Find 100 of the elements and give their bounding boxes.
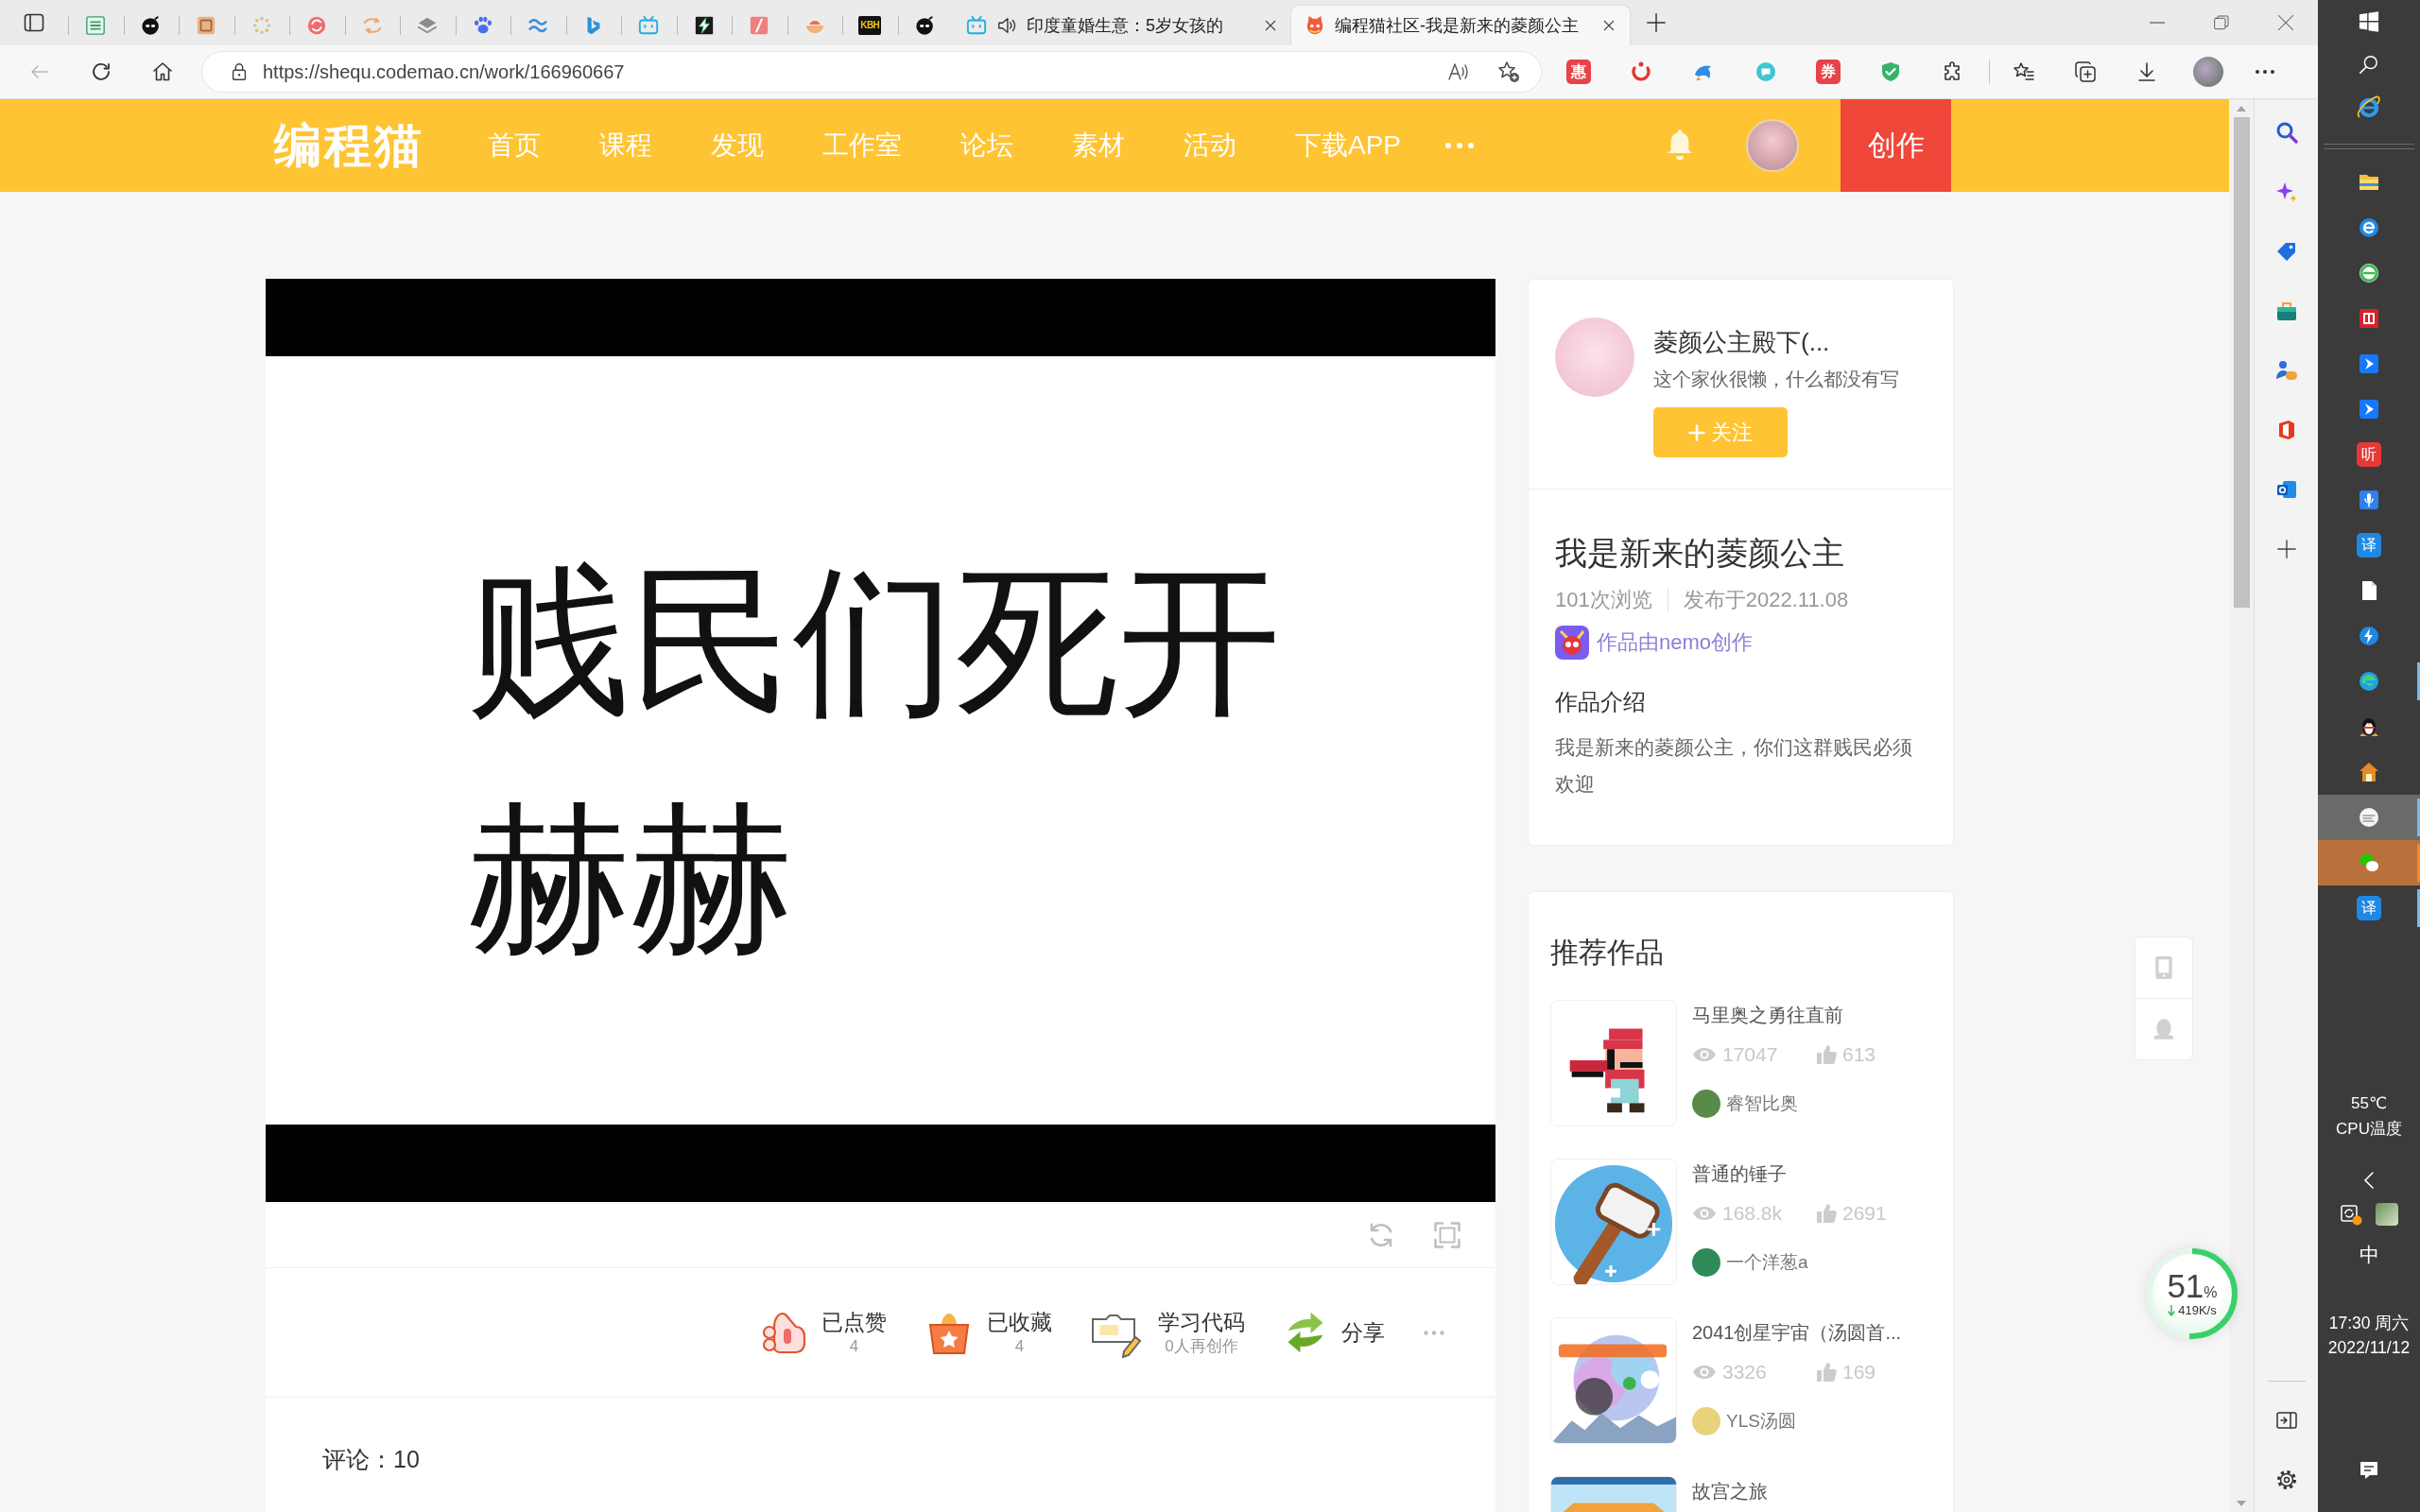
- bomb-icon: [140, 15, 162, 36]
- lightning-icon: [693, 15, 715, 36]
- eye-icon: [1692, 1047, 1717, 1062]
- round-logo-icon: [2358, 262, 2380, 284]
- shield-check-icon: [1879, 60, 1902, 83]
- sidebar-panel-icon: [23, 11, 45, 34]
- taskbar-app[interactable]: 译: [2318, 523, 2420, 568]
- cpu-label: CPU温度: [2336, 1119, 2402, 1140]
- author-bio: 这个家伙很懒，什么都没有写: [1653, 368, 1899, 391]
- scroll-down-arrow-icon: [2237, 1501, 2246, 1506]
- eye-icon: [1692, 1365, 1717, 1380]
- app-logo: 译: [2357, 533, 2381, 558]
- browser-tab[interactable]: 编程猫社区-我是新来的菱颜公主: [1291, 6, 1630, 45]
- author-name[interactable]: 菱颜公主殿下(...: [1653, 326, 1830, 358]
- stage-text: 贱民们死开: [468, 559, 1281, 722]
- work-link[interactable]: 马里奥之勇往直前: [1692, 1002, 1843, 1028]
- more-icon: [1445, 143, 1475, 148]
- plus-icon: [1646, 12, 1667, 33]
- chevron-left-icon: [2363, 1172, 2375, 1189]
- thumbs-up-icon: [1816, 1362, 1837, 1383]
- author-avatar[interactable]: [1692, 1248, 1720, 1277]
- view-count: 101次浏览: [1555, 587, 1652, 613]
- taskbar-app[interactable]: [2318, 795, 2420, 840]
- plus-icon: [2275, 539, 2297, 559]
- extension-button[interactable]: 惠: [1566, 60, 1591, 84]
- taskbar-app[interactable]: 译: [2318, 885, 2420, 931]
- taskbar-app[interactable]: 听: [2318, 432, 2420, 477]
- settings-icon: [2274, 1469, 2298, 1491]
- minimize-icon: [2150, 22, 2165, 24]
- split-tile-icon: [2358, 307, 2380, 330]
- app-logo: 听: [2357, 442, 2381, 467]
- penguin-icon: [2152, 1017, 2176, 1041]
- work-title: 我是新来的菱颜公主: [1555, 534, 1844, 573]
- learn-code-button[interactable]: 学习代码 0人再创作: [1090, 1305, 1245, 1360]
- author-name[interactable]: 睿智比奥: [1726, 1090, 1798, 1118]
- work-link[interactable]: 2041创星宇宙（汤圆首...: [1692, 1319, 1902, 1346]
- chat-bubble-icon: [1754, 60, 1777, 83]
- swirl-icon: [2358, 670, 2380, 693]
- message-icon: [2358, 1459, 2380, 1482]
- download-speed: 419K/s: [2178, 1303, 2217, 1318]
- close-icon: [2277, 14, 2294, 31]
- browser-tab[interactable]: 印度童婚生意：5岁女孩的: [953, 6, 1291, 45]
- publish-date: 发布于2022.11.08: [1683, 587, 1849, 613]
- author-name[interactable]: YLS汤圆: [1726, 1407, 1796, 1435]
- open-ring-icon: [1630, 60, 1652, 83]
- fullscreen-icon: [1433, 1220, 1461, 1249]
- pinned-tab[interactable]: KBH: [842, 6, 898, 45]
- like-button[interactable]: 已点赞 4: [759, 1308, 887, 1357]
- app-logo: 译: [2357, 896, 2381, 920]
- arrow-tile-icon: [2358, 398, 2380, 421]
- input-method-button[interactable]: 中: [2351, 1236, 2387, 1274]
- author-name[interactable]: 一个洋葱a: [1726, 1248, 1808, 1277]
- tray-button[interactable]: [2374, 1201, 2400, 1228]
- star-plus-icon: [1497, 60, 1520, 83]
- profile-button[interactable]: [2193, 57, 2223, 87]
- bomb-icon: [914, 15, 936, 36]
- tv-icon: [966, 15, 987, 36]
- collections-icon: [2074, 60, 2097, 83]
- section-heading: 推荐作品: [1550, 936, 1665, 970]
- share-button[interactable]: 分享: [1283, 1310, 1385, 1355]
- photo-placeholder: [2376, 1203, 2398, 1226]
- intro-text: 我是新来的菱颜公主，你们这群贱民必须欢迎: [1555, 735, 1913, 797]
- thumbs-up-icon: [1816, 1044, 1837, 1065]
- house-icon: [2358, 761, 2380, 783]
- plus-icon: [1688, 423, 1705, 441]
- person-icon: [2274, 359, 2298, 382]
- tv-icon: [638, 15, 660, 36]
- work-link[interactable]: 故宫之旅: [1692, 1478, 1768, 1504]
- create-button[interactable]: 创作: [1841, 99, 1951, 192]
- paw-icon: [472, 15, 493, 36]
- author-avatar[interactable]: [1692, 1090, 1720, 1118]
- search-icon: [2274, 121, 2298, 144]
- disc-icon: [2358, 806, 2380, 829]
- clock[interactable]: 17:30 周六 2022/11/12: [2318, 1311, 2420, 1360]
- swap-arrows-icon: [361, 15, 383, 36]
- intro-heading: 作品介绍: [1555, 688, 1646, 716]
- eye-icon: [1692, 1206, 1717, 1221]
- penguin-icon: [2358, 715, 2380, 738]
- four-panes-icon: [2359, 11, 2379, 32]
- download-icon: [2135, 60, 2158, 83]
- extension-button[interactable]: 券: [1816, 60, 1841, 84]
- close-icon: [1264, 19, 1277, 32]
- collect-button[interactable]: 已收藏 4: [925, 1308, 1052, 1357]
- restore-icon: [2214, 15, 2229, 30]
- lined-tile-icon: [85, 15, 107, 36]
- refresh-icon: [90, 60, 112, 83]
- made-with-link[interactable]: 作品由nemo创作: [1597, 628, 1754, 657]
- address-bar[interactable]: https://shequ.codemao.cn/work/166960667: [202, 52, 1541, 92]
- thumbs-up-icon: [1816, 1203, 1837, 1224]
- meter-unit: %: [2204, 1284, 2218, 1301]
- more-icon: [1424, 1330, 1444, 1335]
- scrollbar[interactable]: [2229, 99, 2254, 1512]
- microphone-icon: [2358, 489, 2380, 511]
- scrollbar-thumb[interactable]: [2233, 117, 2250, 608]
- comment-count: 评论：10: [322, 1445, 420, 1474]
- work-link[interactable]: 普通的锤子: [1692, 1160, 1787, 1187]
- layers-icon: [417, 15, 439, 36]
- home-icon: [151, 60, 174, 83]
- close-icon: [1602, 19, 1616, 32]
- round-logo-icon: [2358, 216, 2380, 239]
